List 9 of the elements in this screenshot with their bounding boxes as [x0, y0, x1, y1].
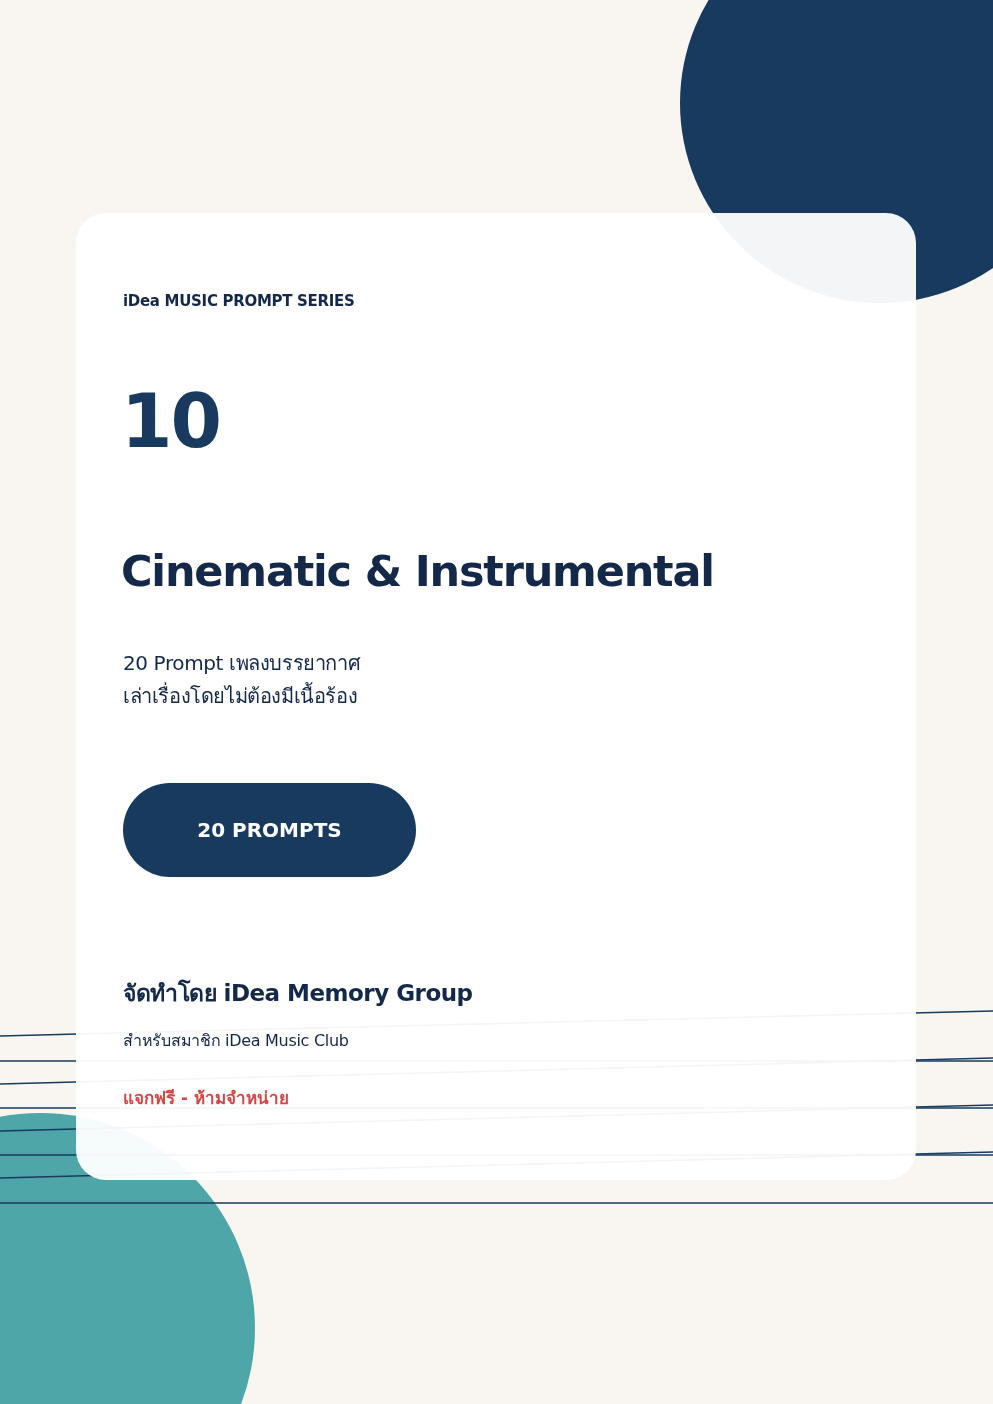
- free-notice: แจกฟรี - ห้ามจำหน่าย: [123, 1087, 290, 1110]
- description-line: เล่าเรื่องโดยไม่ต้องมีเนื้อร้อง: [123, 681, 359, 710]
- credit-text: จัดทำโดย iDea Memory Group: [123, 978, 474, 1008]
- audience-text: สำหรับสมาชิก iDea Music Club: [123, 1030, 350, 1052]
- prompt-count-badge: 20 PROMPTS: [123, 783, 416, 877]
- issue-number: 10: [121, 381, 221, 461]
- cover-title: Cinematic & Instrumental: [121, 545, 715, 598]
- series-label: iDea MUSIC PROMPT SERIES: [123, 291, 356, 311]
- description-line: 20 Prompt เพลงบรรยากาศ: [123, 650, 362, 677]
